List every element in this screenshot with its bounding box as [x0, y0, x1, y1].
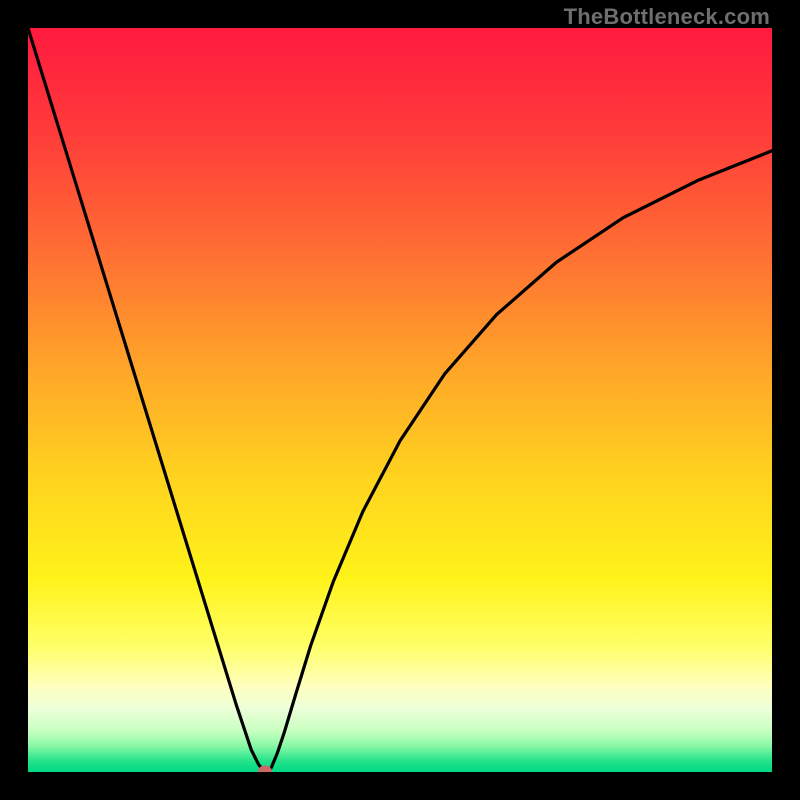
minimum-marker: [258, 766, 272, 773]
watermark-text: TheBottleneck.com: [564, 4, 770, 30]
plot-area: [28, 28, 772, 772]
bottleneck-curve: [28, 28, 772, 772]
chart-frame: TheBottleneck.com: [0, 0, 800, 800]
curve-layer: [28, 28, 772, 772]
